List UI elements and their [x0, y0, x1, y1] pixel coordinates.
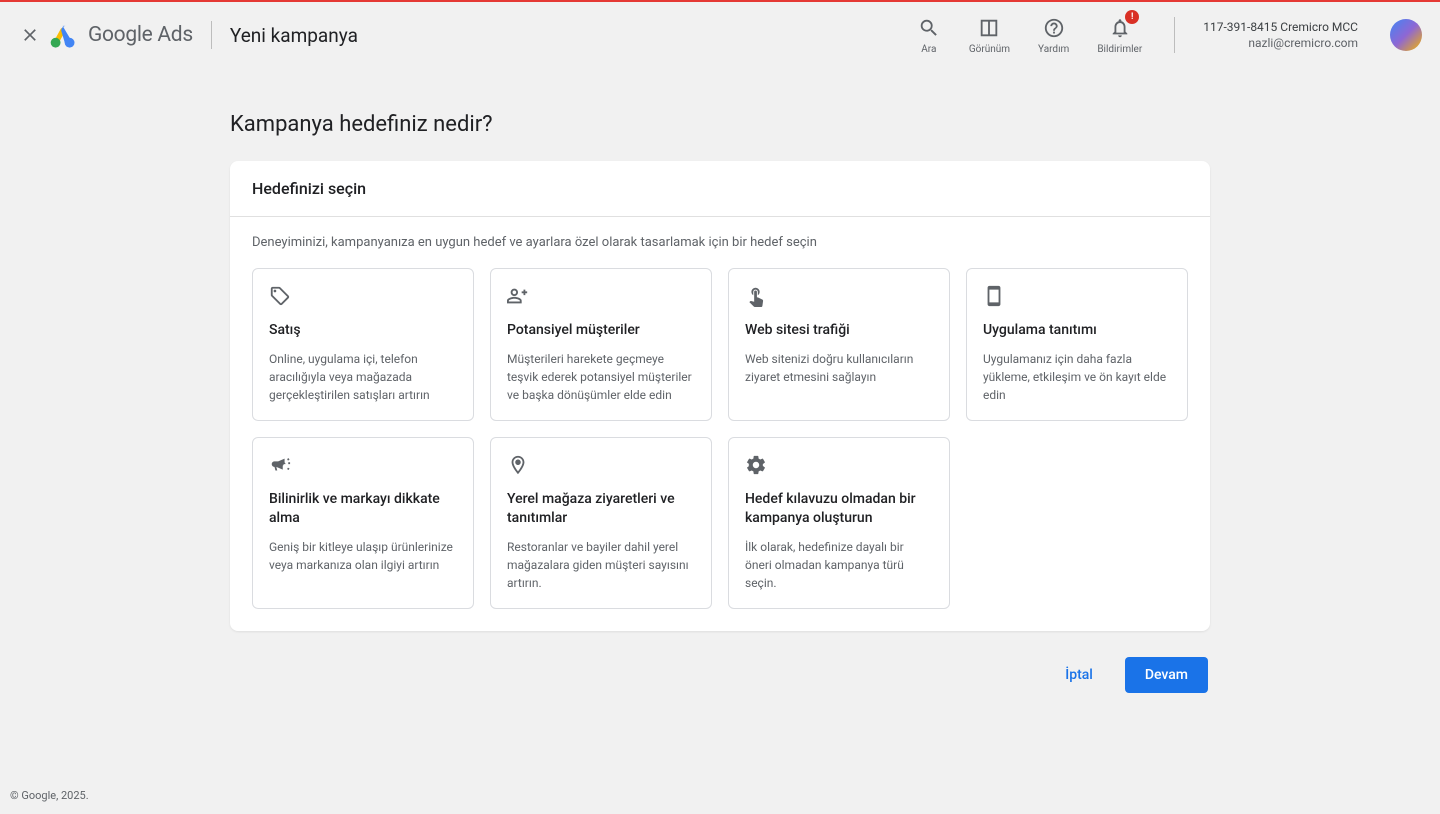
close-icon: [20, 25, 40, 45]
goal-card-app[interactable]: Uygulama tanıtımı Uygulamanız için daha …: [966, 268, 1188, 421]
close-button[interactable]: [18, 23, 42, 47]
people-icon: [507, 285, 529, 307]
goal-selection-card: Hedefinizi seçin Deneyiminizi, kampanyan…: [230, 161, 1210, 631]
goal-title: Potansiyel müşteriler: [507, 321, 695, 340]
goal-card-awareness[interactable]: Bilinirlik ve markayı dikkate alma Geniş…: [252, 437, 474, 609]
phone-icon: [983, 285, 1005, 307]
help-icon: [1043, 17, 1065, 39]
main-content: Kampanya hedefiniz nedir? Hedefinizi seç…: [230, 68, 1210, 693]
goal-card-local[interactable]: Yerel mağaza ziyaretleri ve tanıtımlar R…: [490, 437, 712, 609]
megaphone-icon: [269, 454, 291, 476]
footer-copyright: © Google, 2025.: [10, 789, 89, 802]
goal-card-traffic[interactable]: Web sitesi trafiği Web sitenizi doğru ku…: [728, 268, 950, 421]
account-name: 117-391-8415 Cremicro MCC: [1203, 20, 1358, 34]
gear-icon: [745, 454, 767, 476]
goals-grid: Satış Online, uygulama içi, telefon arac…: [252, 268, 1188, 609]
account-email: nazli@cremicro.com: [1248, 36, 1358, 50]
goal-card-no-goal[interactable]: Hedef kılavuzu olmadan bir kampanya oluş…: [728, 437, 950, 609]
account-info[interactable]: 117-391-8415 Cremicro MCC nazli@cremicro…: [1203, 20, 1358, 50]
tag-icon: [269, 285, 291, 307]
notifications-label: Bildirimler: [1097, 44, 1142, 55]
goal-title: Uygulama tanıtımı: [983, 321, 1171, 340]
goal-title: Yerel mağaza ziyaretleri ve tanıtımlar: [507, 490, 695, 528]
view-icon: [978, 17, 1000, 39]
goal-title: Web sitesi trafiği: [745, 321, 933, 340]
cancel-button[interactable]: İptal: [1049, 657, 1109, 693]
page-title: Yeni kampanya: [230, 24, 358, 47]
question-title: Kampanya hedefiniz nedir?: [230, 112, 1210, 137]
location-pin-icon: [507, 454, 529, 476]
view-label: Görünüm: [969, 44, 1010, 55]
help-label: Yardım: [1038, 44, 1069, 55]
help-button[interactable]: Yardım: [1038, 16, 1069, 55]
header-right: Ara Görünüm Yardım Bildirimler: [917, 16, 1422, 55]
goal-card-sales[interactable]: Satış Online, uygulama içi, telefon arac…: [252, 268, 474, 421]
logo-area[interactable]: Google Ads: [50, 21, 193, 49]
card-description: Deneyiminizi, kampanyanıza en uygun hede…: [252, 235, 1188, 250]
goal-desc: İlk olarak, hedefinize dayalı bir öneri …: [745, 538, 933, 592]
search-label: Ara: [921, 44, 936, 55]
header-separator: [211, 21, 212, 49]
goal-title: Hedef kılavuzu olmadan bir kampanya oluş…: [745, 490, 933, 528]
goal-desc: Restoranlar ve bayiler dahil yerel mağaz…: [507, 538, 695, 592]
goal-title: Satış: [269, 321, 457, 340]
goal-desc: Müşterileri harekete geçmeye teşvik eder…: [507, 350, 695, 404]
goal-desc: Web sitenizi doğru kullanıcıların ziyare…: [745, 350, 933, 386]
notifications-button[interactable]: Bildirimler: [1097, 16, 1142, 55]
card-title: Hedefinizi seçin: [230, 161, 1210, 216]
click-icon: [745, 285, 767, 307]
goal-desc: Geniş bir kitleye ulaşıp ürünlerinize ve…: [269, 538, 457, 574]
goal-desc: Uygulamanız için daha fazla yükleme, etk…: [983, 350, 1171, 404]
continue-button[interactable]: Devam: [1125, 657, 1208, 693]
header: Google Ads Yeni kampanya Ara Görünüm Yar…: [0, 2, 1440, 68]
goal-desc: Online, uygulama içi, telefon aracılığıy…: [269, 350, 457, 404]
goal-title: Bilinirlik ve markayı dikkate alma: [269, 490, 457, 528]
view-button[interactable]: Görünüm: [969, 16, 1010, 55]
brand-text: Google Ads: [88, 23, 193, 47]
card-body: Deneyiminizi, kampanyanıza en uygun hede…: [230, 217, 1210, 631]
google-ads-logo-icon: [50, 21, 78, 49]
goal-card-leads[interactable]: Potansiyel müşteriler Müşterileri hareke…: [490, 268, 712, 421]
account-separator: [1174, 17, 1175, 53]
avatar[interactable]: [1390, 19, 1422, 51]
search-button[interactable]: Ara: [917, 16, 941, 55]
action-buttons: İptal Devam: [230, 657, 1210, 693]
search-icon: [918, 17, 940, 39]
alert-badge-icon: [1125, 10, 1139, 24]
